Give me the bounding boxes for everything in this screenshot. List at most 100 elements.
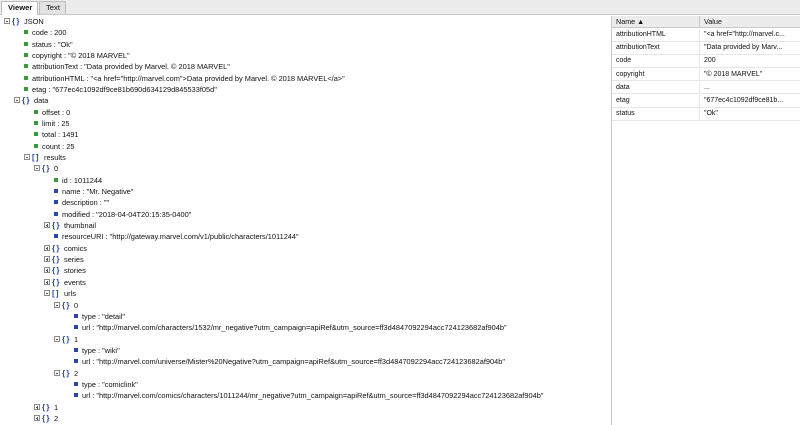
- string-value-icon: [54, 211, 58, 216]
- tree-node-label: resourceURI : "http://gateway.marvel.com…: [62, 232, 299, 242]
- expand-icon[interactable]: [44, 222, 50, 229]
- expand-icon[interactable]: [44, 244, 50, 251]
- tree-node-label: stories: [64, 266, 86, 276]
- object-icon: [52, 221, 59, 230]
- tree-node-label: copyright : "© 2018 MARVEL": [32, 51, 130, 61]
- tree-node-label: type : "detail": [82, 311, 126, 321]
- tree-node-label: id : 1011244: [62, 175, 103, 185]
- tab-text[interactable]: Text: [39, 1, 66, 14]
- expand-icon[interactable]: [44, 278, 50, 285]
- property-name: code: [616, 57, 632, 65]
- property-grid-row[interactable]: code 200: [612, 55, 800, 68]
- tree-node-label: url : "http://marvel.com/comics/characte…: [82, 391, 544, 401]
- property-value: ...: [704, 83, 710, 91]
- tree-node-label: 1: [74, 334, 79, 344]
- property-grid-row[interactable]: attributionText "Data provided by Marv...: [612, 42, 800, 55]
- string-value-icon: [74, 347, 78, 352]
- string-value-icon: [54, 200, 58, 205]
- tree-node-label: attributionText : "Data provided by Marv…: [32, 62, 230, 72]
- number-value-icon: [54, 177, 58, 182]
- expand-icon[interactable]: [34, 403, 40, 410]
- tree-node-label: thumbnail: [64, 221, 97, 231]
- property-name: copyright: [616, 70, 645, 78]
- object-icon: [22, 96, 29, 105]
- number-value-icon: [24, 30, 28, 35]
- column-divider[interactable]: [699, 16, 700, 27]
- collapse-icon[interactable]: [54, 369, 60, 376]
- tree-node-label: url : "http://marvel.com/characters/1532…: [82, 323, 507, 333]
- tree-node-label: comics: [64, 243, 87, 253]
- tree-node-label: count : 25: [42, 141, 75, 151]
- object-icon: [42, 164, 49, 173]
- property-name: attributionHTML: [616, 31, 666, 38]
- string-value-icon: [74, 381, 78, 386]
- tree-node-label: 1: [54, 402, 59, 412]
- object-icon: [52, 266, 59, 275]
- object-icon: [42, 403, 49, 412]
- property-value: "© 2018 MARVEL": [704, 70, 763, 78]
- tree-node-label: attributionHTML : "<a href="http://marve…: [32, 73, 345, 83]
- tree-node-label: 2: [74, 368, 79, 378]
- property-name: data: [616, 83, 630, 91]
- cell-divider: [699, 81, 700, 94]
- object-icon: [12, 17, 19, 26]
- value-column-header[interactable]: Value: [704, 16, 722, 27]
- string-value-icon: [74, 393, 78, 398]
- property-name: attributionText: [616, 44, 660, 52]
- collapse-icon[interactable]: [14, 97, 20, 104]
- array-icon: [32, 153, 38, 162]
- number-value-icon: [24, 64, 28, 69]
- collapse-icon[interactable]: [4, 18, 10, 24]
- number-value-icon: [24, 41, 28, 46]
- tree-node-label: limit : 25: [42, 119, 70, 129]
- collapse-icon[interactable]: [34, 165, 40, 172]
- expand-icon[interactable]: [44, 267, 50, 274]
- tab-viewer[interactable]: Viewer: [1, 1, 38, 15]
- object-icon: [52, 244, 59, 253]
- number-value-icon: [34, 143, 38, 148]
- string-value-icon: [54, 234, 58, 239]
- number-value-icon: [24, 75, 28, 80]
- tree-node-label: 2: [54, 413, 59, 423]
- property-name: etag: [616, 97, 630, 104]
- property-grid-row[interactable]: data...: [612, 81, 800, 95]
- tree-node-label: name : "Mr. Negative": [62, 187, 134, 197]
- collapse-icon[interactable]: [54, 301, 60, 308]
- tree-node-label: url : "http://marvel.com/universe/Mister…: [82, 357, 505, 367]
- collapse-icon[interactable]: [44, 290, 50, 297]
- property-value: "Data provided by Marv...: [704, 44, 783, 52]
- object-icon: [42, 414, 49, 423]
- property-grid-row[interactable]: etag "677ec4c1092df9ce81b...: [612, 95, 800, 108]
- tree-node-label: total : 1491: [42, 130, 79, 140]
- property-grid-row[interactable]: status "Ok": [612, 108, 800, 121]
- property-value: "Ok": [704, 110, 718, 118]
- tree-node-label: urls: [64, 289, 76, 299]
- tree-node-label: status : "Ok": [32, 39, 73, 49]
- tree-node-label: code : 200: [32, 28, 67, 38]
- string-value-icon: [54, 189, 58, 194]
- collapse-icon[interactable]: [24, 154, 30, 161]
- string-value-icon: [74, 359, 78, 364]
- tree-node-label: offset : 0: [42, 107, 71, 117]
- array-icon: [52, 289, 58, 298]
- expand-icon[interactable]: [34, 414, 40, 421]
- property-name: status: [616, 110, 635, 118]
- tree-node-label: etag : "677ec4c1092df9ce81b690d634129d84…: [32, 85, 217, 95]
- property-value: "<a href="http://marvel.c...: [704, 31, 785, 38]
- number-value-icon: [24, 87, 28, 92]
- collapse-icon[interactable]: [54, 335, 60, 342]
- tree-node-label: description : "": [62, 198, 110, 208]
- cell-divider: [699, 95, 700, 107]
- number-value-icon: [34, 109, 38, 114]
- property-grid-header: Name ▲ Value: [612, 16, 800, 28]
- cell-divider: [699, 29, 700, 41]
- object-icon: [62, 369, 69, 378]
- tree-node-label: type : "comiclink": [82, 379, 138, 389]
- tab-bar: Viewer Text: [0, 0, 800, 15]
- property-grid-row[interactable]: attributionHTML "<a href="http://marvel.c…: [612, 29, 800, 42]
- string-value-icon: [74, 325, 78, 330]
- name-column-header[interactable]: Name ▲: [616, 16, 644, 27]
- expand-icon[interactable]: [44, 256, 50, 263]
- number-value-icon: [34, 132, 38, 137]
- property-grid-row[interactable]: copyright "© 2018 MARVEL": [612, 68, 800, 82]
